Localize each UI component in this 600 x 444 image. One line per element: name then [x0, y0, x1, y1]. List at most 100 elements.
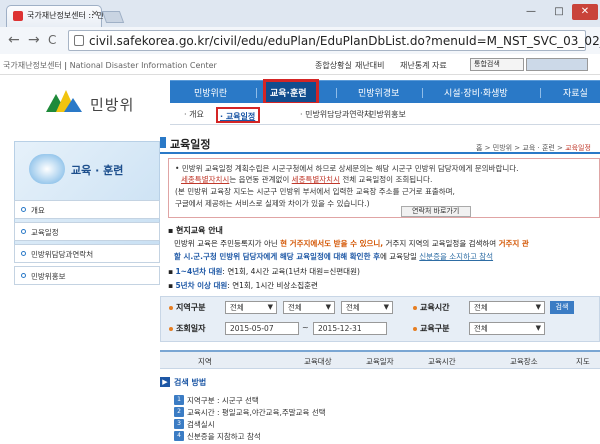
notice-line-1: • 민방위 교육일정 계획수립은 시군구청에서 하므로 상세문의는 해당 시군구…: [175, 164, 519, 173]
maximize-button[interactable]: □: [546, 4, 572, 20]
breadcrumb-current: 교육일정: [565, 144, 591, 152]
guide-paragraph-2: 할 시.군.구청 민방위 담당자에게 해당 교육일정에 대해 확인한 후에 교육…: [174, 252, 494, 261]
search-button[interactable]: 검색: [550, 301, 574, 314]
gnb-item-education-active[interactable]: 교육·훈련: [263, 79, 319, 105]
top-utility-bar: 국가재난정보센터 | National Disaster Information…: [0, 55, 600, 75]
brand-ko: 국가재난정보센터: [3, 61, 62, 70]
search-method-section: ▶ 검색 방법 1 지역구분 : 시군구 선택 2 교육시간 : 평일교육,야간교육…: [160, 373, 600, 444]
close-button[interactable]: ✕: [572, 4, 598, 20]
subnav-active-label: · 교육일정: [220, 112, 256, 121]
region-dong-select[interactable]: 전체 ▼: [341, 301, 393, 314]
sidebar-item-schedule[interactable]: 교육일정: [14, 222, 160, 241]
education-icon: [29, 154, 65, 184]
util-link-stats[interactable]: 재난통계 자료: [400, 60, 447, 71]
new-tab-button[interactable]: [101, 11, 125, 23]
main-navigation: 민방위란 민방위경보 시설·장비·화생방 자료실: [170, 80, 600, 103]
site-brand[interactable]: 국가재난정보센터 | National Disaster Information…: [3, 60, 217, 71]
type-label: 교육구분: [420, 324, 450, 333]
minimize-button[interactable]: —: [518, 4, 544, 20]
web-page: 국가재난정보센터 | National Disaster Information…: [0, 55, 600, 444]
method-step: 1 지역구분 : 시군구 선택: [174, 395, 259, 406]
bring-id-link[interactable]: 신분증을 소지하고 참석: [419, 252, 493, 261]
time-select[interactable]: 전체 ▼: [469, 301, 545, 314]
guide-heading: ▪ 현지교육 안내: [168, 226, 223, 235]
address-bar[interactable]: civil.safekorea.go.kr/civil/edu/eduPlan/…: [68, 30, 600, 51]
region-sido-select[interactable]: 전체 ▼: [225, 301, 277, 314]
date-separator: ~: [302, 323, 309, 332]
gnb-item-archive[interactable]: 자료실: [563, 86, 588, 99]
bullet-icon: [21, 251, 26, 256]
column-header: 지역: [198, 357, 212, 366]
sidebar-item-overview[interactable]: 개요: [14, 200, 160, 219]
sidebar-item-label: 개요: [31, 206, 45, 215]
notice-line-2: 세종특별자치시는 읍면동 관계없이 세종특별자치시 전체 교육일정이 조회됩니다…: [181, 175, 433, 184]
method-heading: 검색 방법: [174, 378, 207, 387]
notice-line-4: 구글에서 제공하는 서비스로 실제와 차이가 있을 수 있습니다.): [175, 199, 370, 208]
bullet-icon: [21, 273, 26, 278]
type-select[interactable]: 전체 ▼: [469, 322, 545, 335]
url-text: civil.safekorea.go.kr/civil/edu/eduPlan/…: [89, 34, 600, 48]
gnb-active-label: 교육·훈련: [270, 89, 307, 99]
gnb-divider: [422, 88, 423, 98]
bullet-icon: [413, 327, 417, 331]
region-sigungu-select[interactable]: 전체 ▼: [283, 301, 335, 314]
method-step: 4 신분증을 지참하고 참석: [174, 431, 261, 442]
navigation-bar: ← → C civil.safekorea.go.kr/civil/edu/ed…: [0, 27, 600, 54]
info-icon: ▶: [160, 377, 170, 387]
page-title: 교육일정: [170, 138, 211, 151]
gnb-item-alarm[interactable]: 민방위경보: [358, 86, 399, 99]
sidebar-item-label: 민방위홍보: [31, 272, 66, 281]
notice-line-3: (본 민방위 교육장 지도는 시군구 민방위 부서에서 입력한 교육장 주소를 …: [175, 187, 455, 196]
region-label: 지역구분: [176, 303, 206, 312]
column-header: 교육장소: [510, 357, 538, 366]
sidebar-item-label: 민방위담당과연락처: [31, 250, 94, 259]
sejong-link[interactable]: 세종특별자치시: [292, 175, 340, 184]
column-header: 교육시간: [428, 357, 456, 366]
sidebar-item-contacts[interactable]: 민방위담당과연락처: [14, 244, 160, 263]
method-step: 2 교육시간 : 평일교육,야간교육,주말교육 선택: [174, 407, 326, 418]
guide-item-1: ▪ 1~4년차 대원: 연1회, 4시간 교육(1년차 대원=신편대원): [168, 267, 360, 276]
favicon-icon: [13, 11, 23, 21]
date-from-input[interactable]: 2015-05-07: [225, 322, 299, 335]
back-icon[interactable]: ←: [8, 32, 20, 48]
gnb-divider: [540, 88, 541, 98]
search-scope-select[interactable]: 통합검색: [470, 58, 524, 71]
search-input[interactable]: [526, 58, 588, 71]
time-label: 교육시간: [420, 303, 450, 312]
date-to-input[interactable]: 2015-12-31: [313, 322, 387, 335]
column-header: 지도: [576, 357, 590, 366]
util-link-situation[interactable]: 종합상황실: [315, 60, 352, 71]
bullet-icon: [21, 229, 26, 234]
column-header: 교육일자: [366, 357, 394, 366]
tab-close-icon[interactable]: ×: [91, 9, 99, 19]
subnav-item-promo[interactable]: · 민방위홍보: [364, 109, 406, 120]
column-header: 교육대상: [304, 357, 332, 366]
gnb-divider: [256, 88, 257, 98]
bullet-icon: [413, 306, 417, 310]
search-filter: 지역구분 전체 ▼ 전체 ▼ 전체 ▼ 교육시간 전체 ▼ 검색 조회일자 2015-0…: [160, 296, 600, 342]
sidebar-item-label: 교육일정: [31, 228, 59, 237]
bullet-icon: [21, 207, 26, 212]
title-divider: [160, 152, 600, 154]
subnav-item-contacts[interactable]: · 민방위담당과연락처: [300, 109, 371, 120]
civil-defense-logo[interactable]: [46, 90, 84, 112]
contact-shortcut-button[interactable]: 연락처 바로가기: [401, 206, 471, 217]
bullet-icon: [169, 306, 173, 310]
subnav-item-schedule-active[interactable]: · 교육일정: [216, 107, 260, 123]
results-table-header: 지역 교육대상 교육일자 교육시간 교육장소 지도: [160, 350, 600, 369]
guide-item-2: ▪ 5년차 이상 대원: 연1회, 1시간 비상소집훈련: [168, 281, 318, 290]
date-label: 조회일자: [176, 324, 206, 333]
subnav-item-overview[interactable]: · 개요: [184, 109, 204, 120]
forward-icon[interactable]: →: [28, 32, 40, 48]
browser-tab[interactable]: 국가재난정보센터 :: 민방 ×: [6, 5, 111, 27]
guide-paragraph-1: 민방위 교육은 주민등록지가 아닌 현 거주지에서도 받을 수 있으니, 거주지…: [174, 239, 529, 248]
gnb-divider: [336, 88, 337, 98]
util-link-prepare[interactable]: 재난대비: [355, 60, 384, 71]
logo-text: 민방위: [90, 96, 135, 114]
reload-icon[interactable]: C: [48, 33, 56, 47]
sejong-link[interactable]: 세종특별자치시: [181, 175, 229, 184]
gnb-item-facilities[interactable]: 시설·장비·화생방: [444, 86, 508, 99]
gnb-item-about[interactable]: 민방위란: [194, 86, 227, 99]
breadcrumb-path[interactable]: 홈 > 민방위 > 교육 · 훈련 >: [476, 144, 563, 152]
sidebar-item-promo[interactable]: 민방위홍보: [14, 266, 160, 285]
